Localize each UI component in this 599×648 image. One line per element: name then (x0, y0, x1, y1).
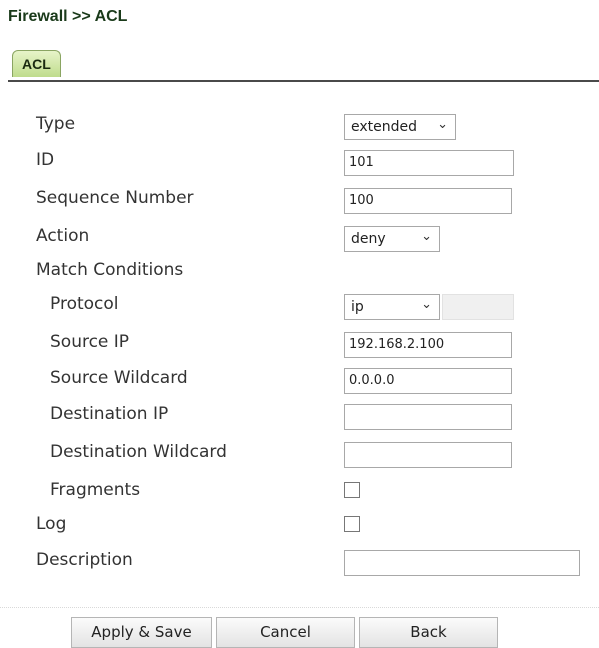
protocol-number-input (442, 294, 514, 320)
source-ip-row: Source IP 192.168.2.100 (0, 330, 599, 358)
sequence-number-input[interactable]: 100 (344, 188, 512, 214)
destination-wildcard-label: Destination Wildcard (50, 442, 227, 462)
protocol-row: Protocol ip ⌄ (0, 292, 599, 320)
fragments-row: Fragments (0, 478, 599, 506)
destination-wildcard-input[interactable] (344, 442, 512, 468)
back-button[interactable]: Back (359, 617, 498, 648)
action-row: Action deny ⌄ (0, 224, 599, 252)
protocol-select[interactable]: ip ⌄ (344, 294, 440, 320)
apply-save-button[interactable]: Apply & Save (71, 617, 212, 648)
id-input[interactable]: 101 (344, 150, 514, 176)
divider (0, 607, 599, 608)
fragments-checkbox[interactable] (344, 482, 360, 498)
log-label: Log (36, 514, 67, 534)
type-value: extended (351, 119, 418, 135)
sequence-number-label: Sequence Number (36, 188, 194, 208)
fragments-label: Fragments (50, 480, 141, 500)
log-row: Log (0, 512, 599, 540)
log-checkbox[interactable] (344, 516, 360, 532)
cancel-button[interactable]: Cancel (216, 617, 355, 648)
source-ip-input[interactable]: 192.168.2.100 (344, 332, 512, 358)
type-select[interactable]: extended ⌄ (344, 114, 456, 140)
action-label: Action (36, 226, 90, 246)
destination-ip-label: Destination IP (50, 404, 169, 424)
match-conditions-row: Match Conditions (0, 258, 599, 286)
id-row: ID 101 (0, 148, 599, 176)
tab-acl[interactable]: ACL (12, 50, 61, 77)
source-wildcard-row: Source Wildcard 0.0.0.0 (0, 366, 599, 394)
breadcrumb: Firewall >> ACL (8, 8, 128, 25)
protocol-control: ip ⌄ (344, 294, 514, 320)
description-label: Description (36, 550, 133, 570)
chevron-down-icon: ⌄ (437, 117, 448, 132)
chevron-down-icon: ⌄ (421, 297, 432, 312)
protocol-label: Protocol (50, 294, 119, 314)
description-row: Description (0, 548, 599, 576)
match-conditions-heading: Match Conditions (36, 260, 184, 280)
type-row: Type extended ⌄ (0, 112, 599, 140)
source-ip-label: Source IP (50, 332, 130, 352)
description-input[interactable] (344, 550, 580, 576)
type-label: Type (36, 114, 76, 134)
tab-bar: ACL (8, 48, 599, 82)
source-wildcard-input[interactable]: 0.0.0.0 (344, 368, 512, 394)
source-wildcard-label: Source Wildcard (50, 368, 188, 388)
chevron-down-icon: ⌄ (421, 229, 432, 244)
destination-ip-input[interactable] (344, 404, 512, 430)
protocol-value: ip (351, 299, 364, 315)
sequence-number-row: Sequence Number 100 (0, 186, 599, 214)
destination-ip-row: Destination IP (0, 402, 599, 430)
destination-wildcard-row: Destination Wildcard (0, 440, 599, 468)
action-value: deny (351, 231, 386, 247)
action-select[interactable]: deny ⌄ (344, 226, 440, 252)
id-label: ID (36, 150, 55, 170)
